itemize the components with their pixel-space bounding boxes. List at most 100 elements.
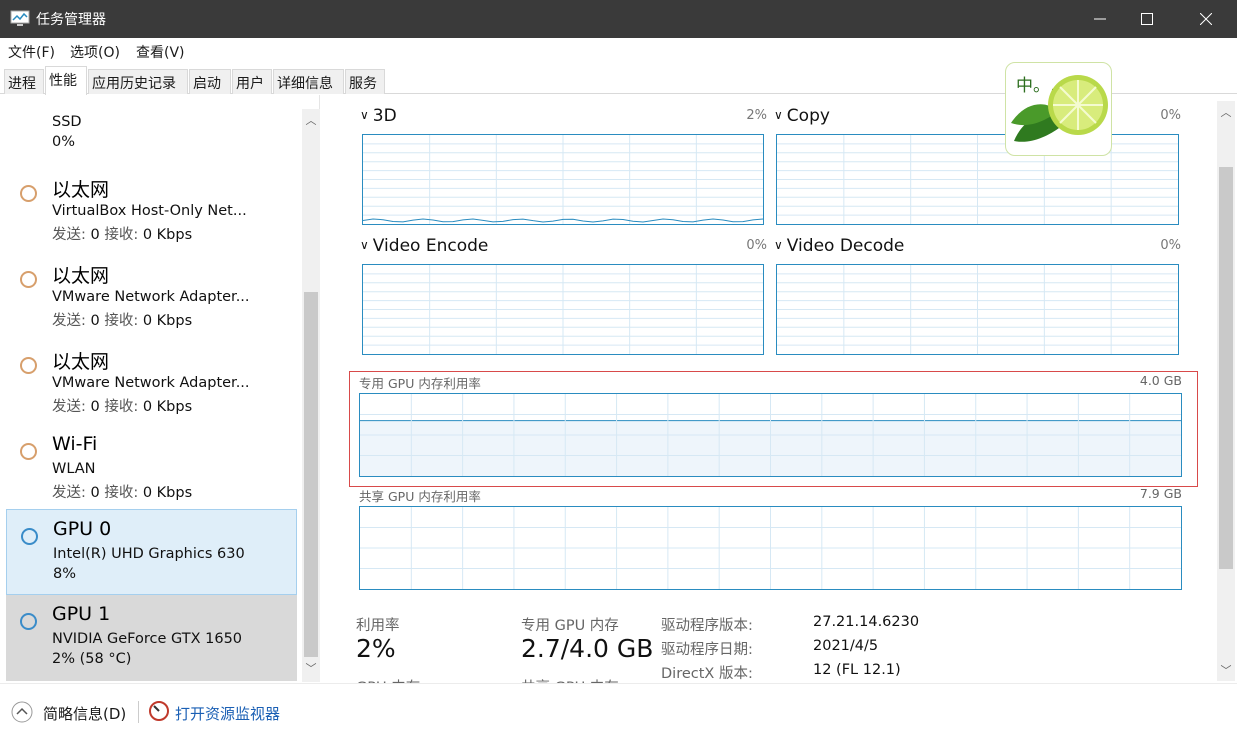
collapse-icon[interactable] <box>11 701 33 723</box>
bottom-bar: 简略信息(D) 打开资源监视器 <box>0 683 1237 742</box>
graph-pct-3d: 2% <box>746 108 767 123</box>
scroll-up-arrow-icon[interactable]: ︿ <box>1217 105 1235 121</box>
device-name: Wi-Fi <box>52 433 98 455</box>
device-throughput: 发送: 0 接收: 0 Kbps <box>52 309 192 330</box>
ime-indicator[interactable]: 中。, <box>1005 62 1112 156</box>
scrollbar-thumb[interactable] <box>1219 167 1233 569</box>
scroll-down-arrow-icon[interactable]: ﹀ <box>302 661 320 677</box>
device-gpu-0[interactable]: GPU 0 Intel(R) UHD Graphics 630 8% <box>6 509 297 595</box>
device-name: 以太网 <box>52 351 110 373</box>
tab-app-history[interactable]: 应用历史记录 <box>88 69 188 94</box>
device-ssd-partial[interactable]: SSD 0% <box>6 95 297 160</box>
graph-title-text: Video Encode <box>372 236 489 256</box>
open-resource-monitor-link[interactable]: 打开资源监视器 <box>175 703 280 724</box>
close-button[interactable] <box>1183 0 1229 38</box>
tab-details[interactable]: 详细信息 <box>273 69 344 94</box>
device-list: SSD 0% 以太网 VirtualBox Host-Only Net... 发… <box>0 95 320 682</box>
fewer-details-button[interactable]: 简略信息(D) <box>43 703 126 724</box>
device-usage: 8% <box>53 566 77 582</box>
graph-title-copy[interactable]: ∨ Copy <box>774 106 830 126</box>
device-throughput: 发送: 0 接收: 0 Kbps <box>52 223 192 244</box>
device-ethernet-3[interactable]: 以太网 VMware Network Adapter... 发送: 0 接收: … <box>6 339 297 425</box>
recv-value: 0 Kbps <box>142 313 193 329</box>
recv-label: 接收: <box>104 399 139 415</box>
utilization-value: 2% <box>356 634 396 663</box>
device-gpu-1[interactable]: GPU 1 NVIDIA GeForce GTX 1650 2% (58 °C) <box>6 595 297 681</box>
graph-title-text: Video Decode <box>786 236 905 256</box>
scrollbar-thumb[interactable] <box>304 292 318 657</box>
utilization-label: 利用率 <box>356 618 400 634</box>
activity-indicator-icon <box>20 271 37 288</box>
device-name: 以太网 <box>52 265 110 287</box>
device-description: VMware Network Adapter... <box>52 375 250 391</box>
send-value: 0 <box>90 399 100 415</box>
maximize-button[interactable] <box>1124 0 1170 38</box>
graph-pct-video-encode: 0% <box>746 238 767 253</box>
minimize-button[interactable] <box>1077 0 1123 38</box>
dedicated-memory-value: 2.7/4.0 GB <box>521 634 654 663</box>
dedicated-memory-label: 专用 GPU 内存 <box>521 618 619 634</box>
graph-3d <box>362 134 764 225</box>
chevron-down-icon: ∨ <box>360 238 369 252</box>
driver-version-label: 驱动程序版本: <box>661 618 753 634</box>
device-wifi[interactable]: Wi-Fi WLAN 发送: 0 接收: 0 Kbps <box>6 425 297 511</box>
menu-bar: 文件(F) 选项(O) 查看(V) <box>0 38 1237 62</box>
shared-memory-title: 共享 GPU 内存利用率 <box>359 489 481 504</box>
scroll-down-arrow-icon[interactable]: ﹀ <box>1217 663 1235 679</box>
tab-performance[interactable]: 性能 <box>45 66 87 95</box>
window-title: 任务管理器 <box>36 12 106 28</box>
device-name: GPU 0 <box>53 518 112 540</box>
title-bar: 任务管理器 <box>0 0 1237 38</box>
graph-title-video-decode[interactable]: ∨ Video Decode <box>774 236 904 256</box>
menu-view[interactable]: 查看(V) <box>136 42 185 62</box>
send-label: 发送: <box>52 227 86 243</box>
driver-version-value: 27.21.14.6230 <box>813 614 920 630</box>
send-label: 发送: <box>52 485 86 501</box>
device-ethernet-1[interactable]: 以太网 VirtualBox Host-Only Net... 发送: 0 接收… <box>6 167 297 253</box>
menu-file[interactable]: 文件(F) <box>8 42 55 62</box>
separator <box>138 701 139 723</box>
activity-indicator-icon <box>21 528 38 545</box>
device-list-scrollbar[interactable]: ︿ ﹀ <box>302 109 320 682</box>
maximize-icon <box>1141 13 1153 25</box>
close-icon <box>1200 13 1212 25</box>
graph-title-video-encode[interactable]: ∨ Video Encode <box>360 236 488 256</box>
device-usage: 0% <box>52 134 76 150</box>
performance-scrollbar[interactable]: ︿ ﹀ <box>1217 101 1235 681</box>
graph-title-3d[interactable]: ∨ 3D <box>360 106 397 126</box>
directx-version-value: 12 (FL 12.1) <box>813 662 901 678</box>
device-name: 以太网 <box>52 179 110 201</box>
device-description: VirtualBox Host-Only Net... <box>52 203 247 219</box>
tab-services[interactable]: 服务 <box>345 69 385 94</box>
minimize-icon <box>1094 18 1106 20</box>
graph-title-text: Copy <box>786 106 830 126</box>
send-value: 0 <box>90 485 100 501</box>
chevron-down-icon: ∨ <box>774 238 783 252</box>
recv-value: 0 Kbps <box>142 399 193 415</box>
device-ethernet-2[interactable]: 以太网 VMware Network Adapter... 发送: 0 接收: … <box>6 253 297 339</box>
send-label: 发送: <box>52 313 86 329</box>
send-value: 0 <box>90 227 100 243</box>
graph-copy <box>776 134 1179 225</box>
scroll-up-arrow-icon[interactable]: ︿ <box>302 113 320 129</box>
tab-processes[interactable]: 进程 <box>4 69 44 94</box>
device-description: WLAN <box>52 461 96 477</box>
activity-indicator-icon <box>20 357 37 374</box>
resource-monitor-icon <box>149 701 169 721</box>
dedicated-memory-title: 专用 GPU 内存利用率 <box>359 376 481 391</box>
device-throughput: 发送: 0 接收: 0 Kbps <box>52 481 192 502</box>
tab-startup[interactable]: 启动 <box>189 69 231 94</box>
graph-title-text: 3D <box>372 106 397 126</box>
driver-date-value: 2021/4/5 <box>813 638 879 654</box>
device-usage: 2% (58 °C) <box>52 651 132 667</box>
device-name: GPU 1 <box>52 603 111 625</box>
activity-indicator-icon <box>20 443 37 460</box>
activity-indicator-icon <box>20 613 37 630</box>
graph-video-decode <box>776 264 1179 355</box>
send-value: 0 <box>90 313 100 329</box>
device-name: SSD <box>52 114 82 130</box>
tab-users[interactable]: 用户 <box>232 69 272 94</box>
device-throughput: 发送: 0 接收: 0 Kbps <box>52 395 192 416</box>
send-label: 发送: <box>52 399 86 415</box>
menu-options[interactable]: 选项(O) <box>70 42 120 62</box>
